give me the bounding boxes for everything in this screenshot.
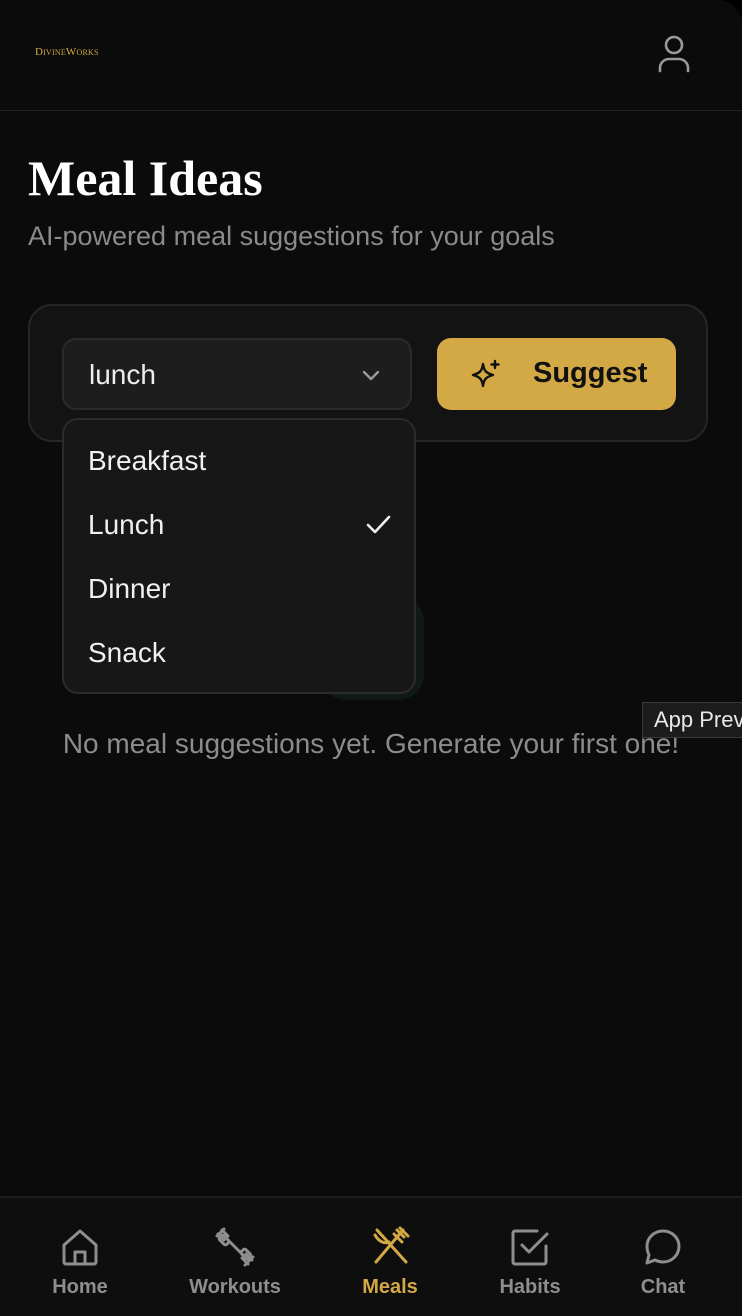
option-lunch[interactable]: Lunch	[64, 492, 414, 556]
nav-habits[interactable]: Habits	[470, 1198, 590, 1316]
page-subtitle: AI-powered meal suggestions for your goa…	[28, 221, 555, 251]
nav-chat[interactable]: Chat	[613, 1198, 713, 1316]
meal-type-select-value: lunch	[89, 359, 156, 390]
suggest-button[interactable]: Suggest	[437, 338, 676, 410]
profile-button[interactable]	[650, 30, 698, 78]
chevron-down-icon	[362, 370, 380, 381]
meal-type-select[interactable]: lunch	[62, 338, 412, 410]
check-icon	[366, 515, 391, 534]
user-icon	[658, 35, 690, 73]
dumbbell-icon	[215, 1227, 255, 1267]
suggest-button-label: Suggest	[533, 357, 648, 389]
bottom-nav: Home Workouts Meals Habits Chat	[0, 1196, 742, 1316]
brand-logo[interactable]: DivineWorks	[35, 46, 99, 58]
empty-state-text: No meal suggestions yet. Generate your f…	[62, 728, 680, 759]
app-preview-tag: App Preview	[642, 702, 742, 738]
sparkles-icon	[471, 359, 500, 388]
page-title: Meal Ideas	[28, 150, 263, 206]
nav-meals[interactable]: Meals	[330, 1198, 450, 1316]
option-breakfast[interactable]: Breakfast	[64, 428, 414, 492]
home-icon	[62, 1229, 98, 1266]
chat-bubble-icon	[645, 1229, 681, 1265]
nav-home[interactable]: Home	[20, 1198, 140, 1316]
meal-type-dropdown: Breakfast Lunch Dinner Snack	[62, 418, 416, 694]
checkbox-icon	[511, 1229, 549, 1266]
utensils-icon	[373, 1226, 410, 1264]
nav-workouts[interactable]: Workouts	[170, 1198, 300, 1316]
top-bar: DivineWorks	[0, 0, 742, 111]
option-dinner[interactable]: Dinner	[64, 556, 414, 620]
app-screen: DivineWorks Meal Ideas AI-powered meal s…	[0, 0, 742, 1316]
option-snack[interactable]: Snack	[64, 620, 414, 684]
